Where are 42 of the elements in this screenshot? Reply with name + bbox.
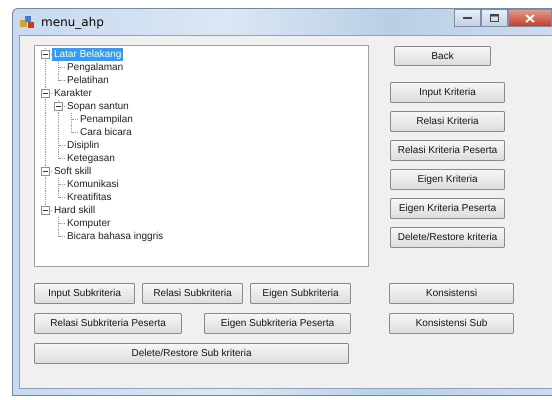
- collapse-icon[interactable]: [41, 89, 50, 98]
- kriteria-button[interactable]: Input Kriteria: [390, 82, 505, 103]
- collapse-icon[interactable]: [54, 102, 63, 111]
- subkriteria-button[interactable]: Eigen Subkriteria Peserta: [204, 313, 351, 334]
- minimize-button[interactable]: [454, 9, 481, 27]
- tree-item[interactable]: Disiplin: [65, 139, 102, 152]
- minimize-icon: [463, 16, 472, 20]
- tree-item[interactable]: Soft skill: [52, 165, 94, 178]
- konsistensi-button[interactable]: Konsistensi Sub: [389, 313, 514, 334]
- collapse-icon[interactable]: [41, 206, 50, 215]
- delete-restore-button[interactable]: Delete/Restore Sub kriteria: [34, 343, 349, 364]
- tree-item[interactable]: Ketegasan: [65, 152, 117, 165]
- subkriteria-button[interactable]: Relasi Subkriteria Peserta: [34, 313, 182, 334]
- maximize-icon: [490, 14, 499, 22]
- tree-item[interactable]: Penampilan: [78, 113, 135, 126]
- kriteria-button[interactable]: Eigen Kriteria Peserta: [390, 198, 505, 219]
- tree-item[interactable]: Hard skill: [52, 204, 98, 217]
- collapse-icon[interactable]: [41, 167, 50, 176]
- subkriteria-button[interactable]: Relasi Subkriteria: [142, 283, 243, 304]
- tree-item[interactable]: Pengalaman: [65, 61, 126, 74]
- window-title: menu_ahp: [41, 15, 104, 29]
- tree-item[interactable]: Karakter: [52, 87, 94, 100]
- konsistensi-button[interactable]: Konsistensi: [389, 283, 514, 304]
- tree-item[interactable]: Pelatihan: [65, 74, 111, 87]
- tree-item[interactable]: Kreatifitas: [65, 191, 114, 204]
- kriteria-button[interactable]: Eigen Kriteria: [390, 169, 505, 190]
- close-icon: [525, 14, 535, 22]
- close-button[interactable]: [508, 9, 552, 27]
- maximize-button[interactable]: [481, 9, 508, 27]
- app-icon: [19, 14, 35, 30]
- kriteria-button[interactable]: Delete/Restore kriteria: [390, 227, 505, 248]
- back-button[interactable]: Back: [394, 46, 491, 66]
- tree-item[interactable]: Bicara bahasa inggris: [65, 230, 166, 243]
- kriteria-button[interactable]: Relasi Kriteria Peserta: [390, 140, 505, 161]
- collapse-icon[interactable]: [41, 50, 50, 59]
- subkriteria-button[interactable]: Eigen Subkriteria: [250, 283, 351, 304]
- kriteria-button[interactable]: Relasi Kriteria: [390, 111, 505, 132]
- subkriteria-button[interactable]: Input Subkriteria: [34, 283, 135, 304]
- tree-item[interactable]: Sopan santun: [65, 100, 131, 113]
- tree-item[interactable]: Komunikasi: [65, 178, 121, 191]
- tree-item[interactable]: Komputer: [65, 217, 112, 230]
- tree-item[interactable]: Cara bicara: [78, 126, 134, 139]
